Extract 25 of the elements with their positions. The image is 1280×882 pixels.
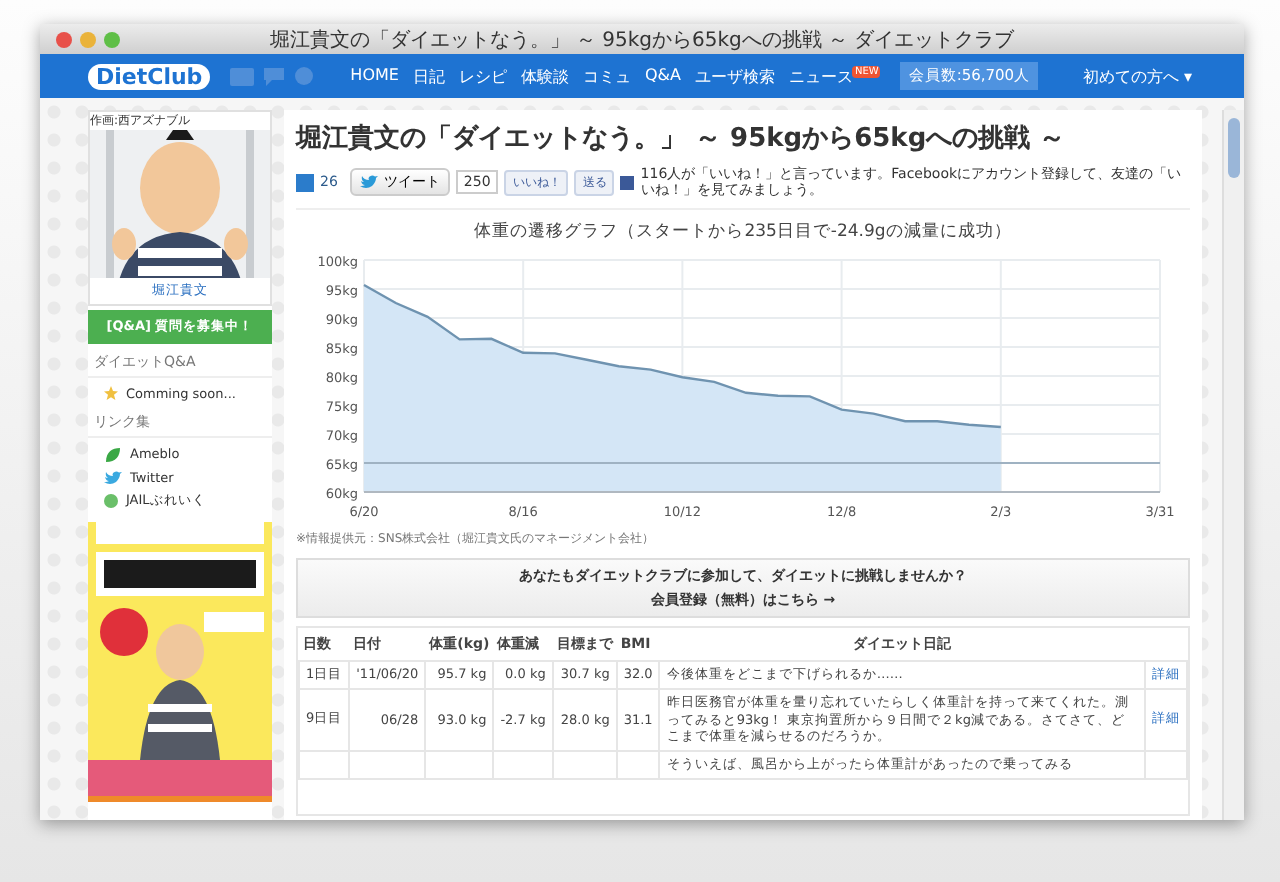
nav-link[interactable]: コミュ <box>582 65 631 87</box>
close-icon[interactable] <box>56 31 72 47</box>
chart-title: 体重の遷移グラフ（スタートから235日目で-24.9gの減量に成功） <box>472 219 1014 244</box>
star-icon <box>104 386 118 400</box>
logo[interactable]: DietClub <box>88 63 211 89</box>
new-badge: NEW <box>852 65 881 77</box>
zoom-icon[interactable] <box>104 31 120 47</box>
minimize-icon[interactable] <box>80 31 96 47</box>
nav-link[interactable]: 日記 <box>412 65 445 87</box>
chat-icon[interactable] <box>262 66 287 86</box>
window-title: 堀江貴文の「ダイエットなう。」 ～ 95kgから65kgへの挑戦 ～ ダイエットクラブ <box>267 27 1017 53</box>
circle-icon[interactable] <box>294 66 315 86</box>
scrollbar[interactable] <box>1222 110 1244 820</box>
guide-menu[interactable]: 初めての方へ ▾ <box>1082 65 1192 87</box>
bird-icon <box>359 174 380 191</box>
nav-link[interactable]: 体験談 <box>520 65 569 87</box>
bird-icon <box>104 469 122 485</box>
mail-icon[interactable] <box>230 67 255 85</box>
nav-link[interactable]: レシピ <box>458 65 507 87</box>
nav-link[interactable]: ユーザ検索 <box>694 65 775 87</box>
leaf-icon <box>104 445 122 463</box>
article-title: 堀江貴文の「ダイエットなう。」 ～ 95kgから65kgへの挑戦 ～ <box>296 121 1068 156</box>
nav-link[interactable]: ニュース$^{NEW}$ <box>788 65 881 87</box>
nav-link[interactable]: Q&A <box>644 65 681 87</box>
nav-link[interactable]: HOME <box>350 65 399 87</box>
